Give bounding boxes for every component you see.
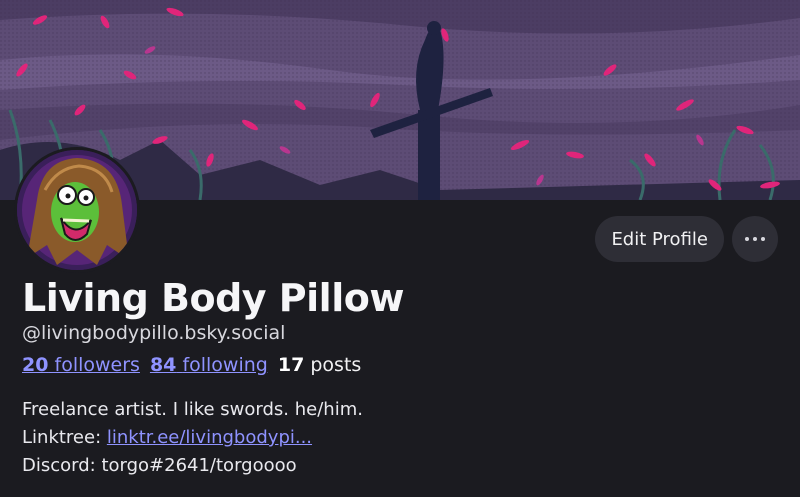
more-horizontal-icon <box>745 237 749 241</box>
posts-count: 17 <box>277 354 305 376</box>
display-name: Living Body Pillow <box>22 276 404 320</box>
followers-label: followers <box>54 354 140 376</box>
linktree-prefix: Linktree: <box>22 427 107 448</box>
edit-profile-button[interactable]: Edit Profile <box>595 216 724 262</box>
following-count: 84 <box>149 354 177 376</box>
followers-link[interactable]: 20 followers <box>22 354 140 376</box>
bio-line-discord: Discord: torgo#2641/torgoooo <box>22 455 297 476</box>
profile-handle: @livingbodypillo.bsky.social <box>22 322 286 344</box>
more-options-button[interactable] <box>732 216 778 262</box>
followers-count: 20 <box>22 354 49 376</box>
profile-bio: Freelance artist. I like swords. he/him.… <box>22 396 363 480</box>
more-dot <box>753 237 757 241</box>
profile-stats: 20 followers 84 following 17 posts <box>22 354 361 376</box>
more-dot <box>761 237 765 241</box>
posts-stat: 17 posts <box>278 354 361 376</box>
bio-line: Freelance artist. I like swords. he/him. <box>22 399 363 420</box>
following-link[interactable]: 84 following <box>150 354 268 376</box>
following-label: following <box>182 354 268 376</box>
profile-actions: Edit Profile <box>595 216 778 262</box>
avatar[interactable] <box>14 147 140 273</box>
linktree-link[interactable]: linktr.ee/livingbodypi... <box>107 427 312 448</box>
bio-line-linktree: Linktree: linktr.ee/livingbodypi... <box>22 424 363 452</box>
posts-label: posts <box>310 354 362 376</box>
profile-page: Edit Profile Living Body Pillow @livingb… <box>0 0 800 497</box>
